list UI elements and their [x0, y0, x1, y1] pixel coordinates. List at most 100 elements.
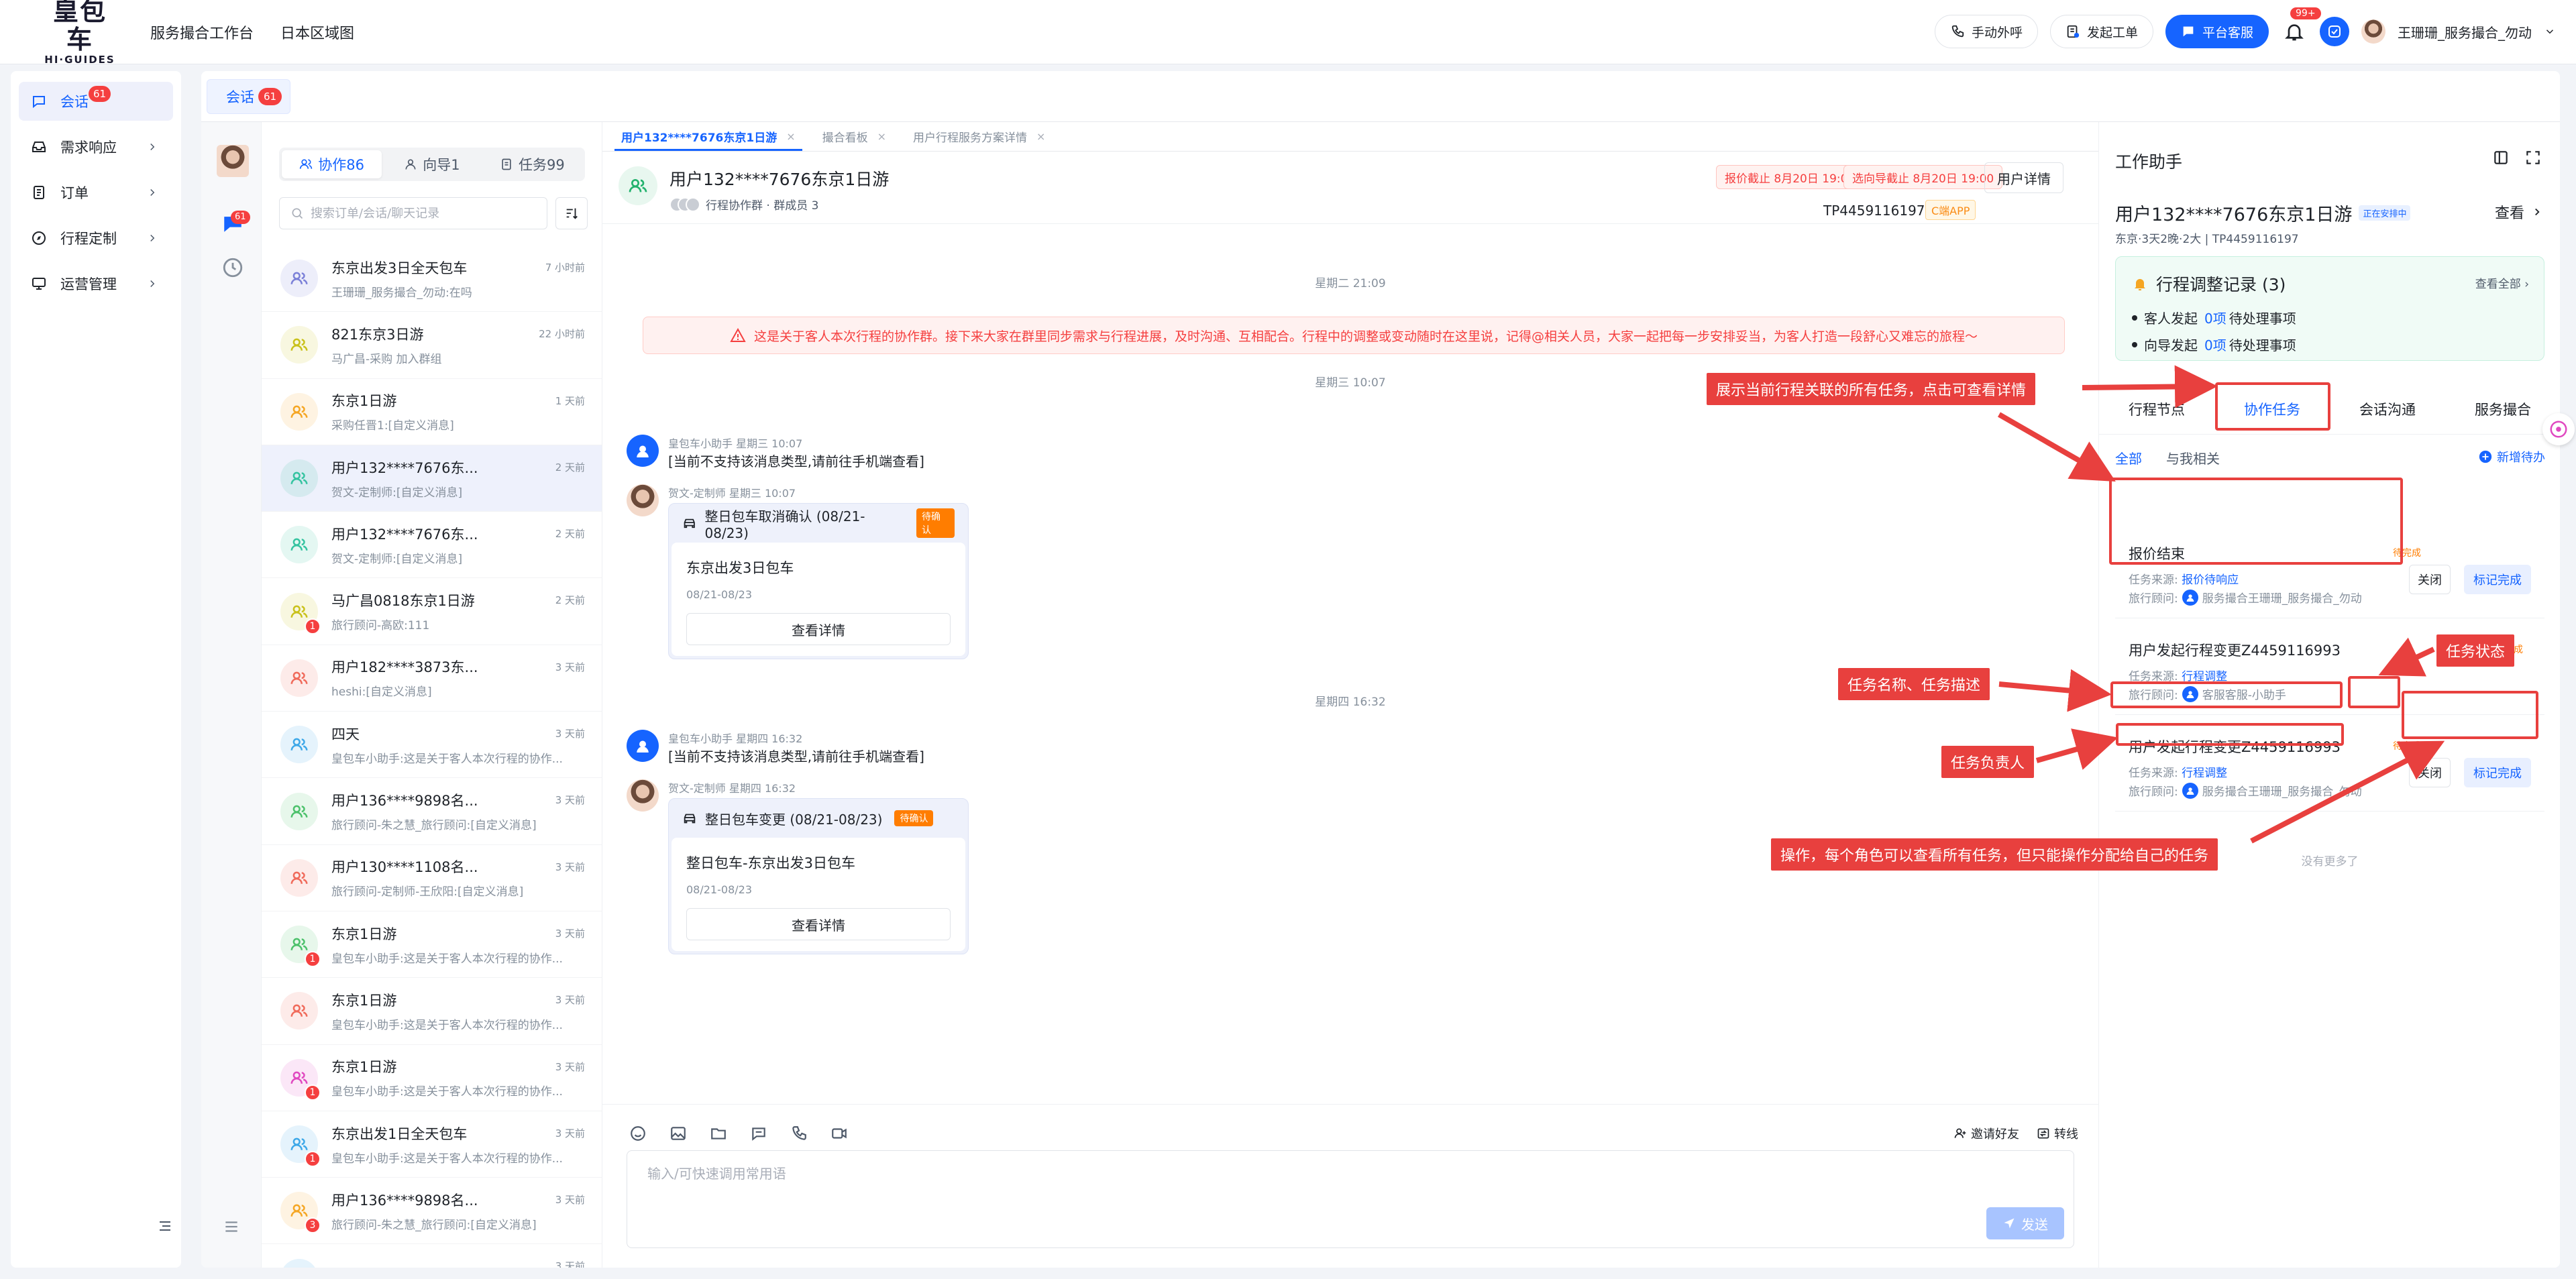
folder-icon[interactable]: [710, 1125, 727, 1142]
mark-complete-button[interactable]: 标记完成: [2464, 565, 2531, 594]
segment-tasks[interactable]: 任务99: [482, 150, 582, 178]
notification-bell[interactable]: 99+: [2281, 7, 2321, 45]
list-item[interactable]: 1 东京出发1日全天包车 皇包车小助手:这是关于客人本次行程的协作... 3 天…: [262, 1111, 602, 1178]
trip-meta: 东京·3天2晚·2大 | TP4459116197: [2115, 233, 2299, 246]
group-icon: [290, 339, 308, 351]
view-detail-button[interactable]: 查看详情: [686, 908, 951, 940]
close-task-button[interactable]: 关闭: [2409, 565, 2451, 594]
conversation-avatar: [280, 659, 318, 697]
list-item[interactable]: 用户182****3873东... heshi:[自定义消息] 3 天前: [262, 645, 602, 712]
sidebar-item-itinerary[interactable]: 行程定制: [19, 219, 173, 258]
phone-icon[interactable]: [790, 1125, 808, 1142]
view-detail-button[interactable]: 查看详情: [686, 613, 951, 645]
close-icon[interactable]: ×: [877, 130, 886, 143]
user-name[interactable]: 王珊珊_服务撮合_勿动: [2398, 22, 2532, 42]
video-icon[interactable]: [830, 1125, 848, 1142]
invite-friend-button[interactable]: 邀请好友: [1953, 1125, 2019, 1142]
conversation-preview: 贺文-定制师:[自定义消息]: [331, 552, 463, 566]
tab-communication[interactable]: 会话沟通: [2330, 384, 2445, 434]
view-all-link[interactable]: 查看全部 ›: [2475, 274, 2529, 291]
conversation-segments: 协作86 向导1 任务99: [279, 148, 585, 181]
list-item[interactable]: 用户130****1108名... 旅行顾问-定制师-王欣阳:[自定义消息] 3…: [262, 845, 602, 911]
platform-support-button[interactable]: 平台客服: [2165, 15, 2269, 48]
nav-service-workbench[interactable]: 服务撮合工作台: [150, 21, 254, 43]
logo[interactable]: 皇包车 HI·GUIDES: [43, 0, 117, 66]
sidebar-item-orders[interactable]: 订单: [19, 173, 173, 212]
user-avatar[interactable]: [2361, 19, 2385, 44]
list-item[interactable]: 东京1日游 皇包车小助手:这是关于客人本次行程的协作... 3 天前: [262, 978, 602, 1045]
app-switch-button[interactable]: [2320, 17, 2349, 46]
view-trip-button[interactable]: 查看: [2495, 201, 2543, 223]
search-icon: [290, 207, 304, 220]
list-item[interactable]: 用户132****7676东... 贺文-定制师:[自定义消息] 2 天前: [262, 445, 602, 512]
chat-badge: 61: [89, 86, 111, 102]
manual-call-button[interactable]: 手动外呼: [1934, 15, 2038, 48]
list-item[interactable]: 1 东京1日游 皇包车小助手:这是关于客人本次行程的协作... 3 天前: [262, 1045, 602, 1111]
conversation-time: 3 天前: [555, 994, 585, 1007]
my-avatar[interactable]: [217, 145, 249, 177]
transfer-button[interactable]: 转线: [2037, 1125, 2078, 1142]
list-item[interactable]: 1 马广昌0818东京1日游 旅行顾问-高欧:111 2 天前: [262, 578, 602, 645]
list-item[interactable]: 3 用户136****9898名... 旅行顾问-朱之慧_旅行顾问:[自定义消息…: [262, 1178, 602, 1245]
list-item[interactable]: 用户132****7676东... 贺文-定制师:[自定义消息] 2 天前: [262, 512, 602, 579]
list-item[interactable]: 四天 皇包车小助手:这是关于客人本次行程的协作... 3 天前: [262, 712, 602, 779]
group-icon: [290, 471, 308, 484]
order-number[interactable]: TP4459116197: [1823, 203, 1925, 219]
sidebar-item-demand[interactable]: 需求响应: [19, 127, 173, 166]
filter-mine[interactable]: 与我相关: [2166, 448, 2220, 467]
close-icon[interactable]: ×: [786, 130, 795, 143]
tab-trip-nodes[interactable]: 行程节点: [2099, 384, 2214, 434]
sidebar-item-operations[interactable]: 运营管理: [19, 264, 173, 303]
clock-icon[interactable]: [221, 256, 244, 279]
conversation-avatar: [280, 526, 318, 564]
sidebar-item-chat[interactable]: 会话 61: [19, 82, 173, 121]
unread-badge: 1: [305, 1151, 321, 1167]
conversation-preview: 皇包车小助手:这是关于客人本次行程的协作...: [331, 752, 563, 766]
tab-chat[interactable]: 会话 61: [207, 78, 291, 114]
message-input[interactable]: [647, 1163, 2053, 1203]
task-owner: 旅行顾问: 服务撮合王珊珊_服务撮合_勿动: [2129, 782, 2362, 799]
segment-collab[interactable]: 协作86: [282, 150, 382, 178]
conversation-preview: 旅行顾问-朱之慧_旅行顾问:[自定义消息]: [331, 1218, 537, 1232]
floating-assistant-button[interactable]: [2542, 413, 2575, 445]
search-input[interactable]: [311, 206, 539, 221]
list-icon[interactable]: [223, 1218, 240, 1235]
nav-japan-map[interactable]: 日本区域图: [280, 21, 354, 43]
create-ticket-button[interactable]: 发起工单: [2049, 15, 2153, 48]
layout-icon[interactable]: [2492, 149, 2510, 166]
list-item[interactable]: 东京出发3日全天包车 王珊珊_服务撮合_勿动:在吗 7 小时前: [262, 245, 602, 313]
list-item[interactable]: 用户136****9898名... 旅行顾问-朱之慧_旅行顾问:[自定义消息] …: [262, 778, 602, 845]
list-item[interactable]: 821东京3日游 马广昌-采购 加入群组 22 小时前: [262, 312, 602, 379]
conversation-time: 3 天前: [555, 794, 585, 807]
planner-avatar: [627, 779, 659, 812]
tab-match-board[interactable]: 撮合看板 ×: [809, 121, 900, 151]
close-icon[interactable]: ×: [1036, 130, 1045, 143]
person-icon: [404, 158, 417, 171]
chevron-down-icon[interactable]: [2544, 25, 2556, 38]
annotation-actions: 操作，每个角色可以查看所有任务，但只能操作分配给自己的任务: [1771, 838, 2218, 871]
group-members[interactable]: 行程协作群 · 群成员 3: [669, 196, 818, 213]
adjust-item-guest: 客人发起 0项 待处理事项: [2132, 308, 2296, 327]
list-item[interactable]: 东京1日游 采购任晋1:[自定义消息] 1 天前: [262, 379, 602, 445]
sort-button[interactable]: [555, 197, 588, 229]
send-button[interactable]: 发送: [1986, 1207, 2064, 1239]
conversation-title: 821东京3日游: [331, 326, 424, 343]
segment-guide[interactable]: 向导1: [382, 150, 482, 178]
car-icon: [682, 516, 697, 531]
filter-all[interactable]: 全部: [2115, 448, 2142, 467]
group-icon: [290, 805, 308, 818]
quick-reply-icon[interactable]: [750, 1125, 767, 1142]
add-todo-button[interactable]: 新增待办: [2478, 448, 2545, 465]
fullscreen-icon[interactable]: [2524, 149, 2542, 166]
conversation-avatar: [280, 992, 318, 1030]
image-icon[interactable]: [669, 1125, 687, 1142]
collapse-menu-icon[interactable]: [157, 1218, 173, 1234]
tab-service-plan[interactable]: 用户行程服务方案详情 ×: [900, 121, 1059, 151]
list-item[interactable]: 1 东京1日游 皇包车小助手:这是关于客人本次行程的协作... 3 天前: [262, 911, 602, 979]
user-detail-button[interactable]: 用户详情: [1984, 162, 2063, 193]
close-task-button[interactable]: 关闭: [2409, 758, 2451, 787]
tab-current-chat[interactable]: 用户132****7676东京1日游 ×: [608, 121, 809, 151]
mark-complete-button[interactable]: 标记完成: [2464, 758, 2531, 787]
list-item[interactable]: 用户136****9898名... 3 天前: [262, 1244, 602, 1268]
emoji-icon[interactable]: [629, 1125, 647, 1142]
